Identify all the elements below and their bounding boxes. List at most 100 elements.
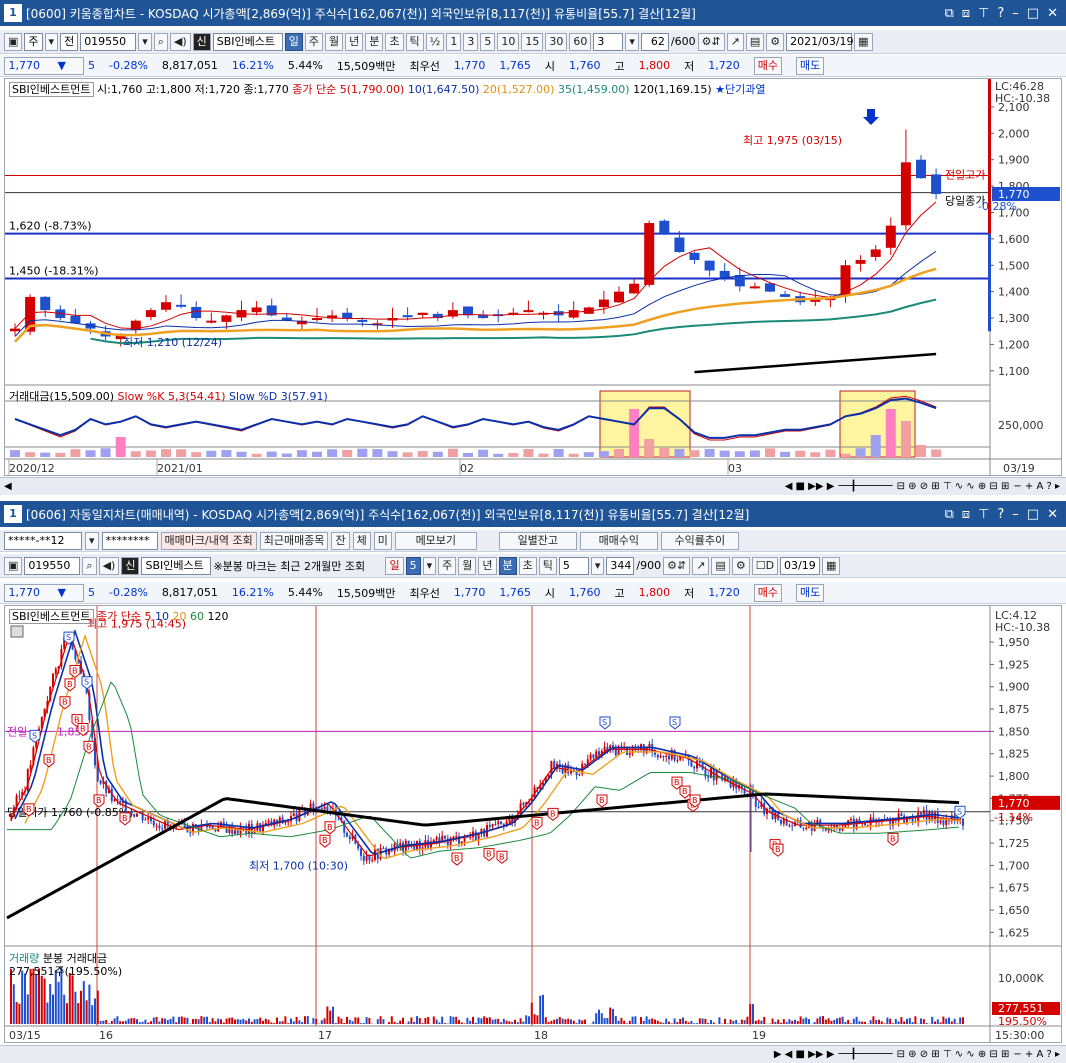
period-year[interactable]: 년 bbox=[478, 556, 497, 575]
sell-button[interactable]: 매도 bbox=[796, 583, 825, 602]
recent-trades-button[interactable]: 최근매매종목 bbox=[259, 531, 329, 550]
buy-button[interactable]: 매수 bbox=[753, 583, 783, 602]
maximize-icon[interactable]: □ bbox=[1027, 6, 1039, 21]
zoom-slider[interactable]: ──╂────── bbox=[838, 1049, 892, 1060]
period-week[interactable]: 주 bbox=[304, 32, 324, 51]
maximize-icon[interactable]: □ bbox=[1027, 507, 1039, 522]
unfilled-button[interactable]: 미 bbox=[373, 531, 392, 550]
return-trend-button[interactable]: 수익률추이 bbox=[660, 531, 739, 550]
account-select[interactable]: *****-**12 bbox=[4, 531, 82, 550]
period-day[interactable]: 일 bbox=[385, 556, 404, 575]
nav-buttons[interactable]: ▶ ◀ ■ ▶▶ ▶ bbox=[774, 1049, 835, 1060]
period-year[interactable]: 년 bbox=[345, 32, 364, 51]
date-input[interactable]: 2021/03/19 bbox=[786, 32, 854, 51]
min-5[interactable]: 5 bbox=[480, 32, 496, 51]
tool-icons[interactable]: ⊟ ⊛ ⊘ ⊞ ⊤ ∿ ∿ ⊕ ⊟ ⊞ bbox=[897, 481, 1010, 492]
close-icon[interactable]: ✕ bbox=[1047, 6, 1058, 21]
save-icon[interactable]: ▤ bbox=[711, 556, 730, 575]
gear-icon[interactable]: ⚙ bbox=[731, 556, 750, 575]
password-input[interactable]: ******** bbox=[101, 531, 158, 550]
speaker-icon[interactable]: ◀) bbox=[169, 32, 191, 51]
pin-icon[interactable]: ⊤ bbox=[978, 6, 989, 21]
memo-button[interactable]: 메모보기 bbox=[394, 531, 477, 550]
period-minute[interactable]: 분 bbox=[365, 32, 384, 51]
search-icon[interactable]: ⌕ bbox=[82, 556, 97, 575]
search-icon[interactable]: ⌕ bbox=[153, 32, 168, 51]
period-second[interactable]: 초 bbox=[518, 556, 537, 575]
day-value[interactable]: 5 bbox=[405, 556, 421, 575]
zoom-icons[interactable]: − + A ? ▸ bbox=[1013, 1049, 1060, 1060]
speaker-icon[interactable]: ◀) bbox=[98, 556, 120, 575]
top-scrollbar[interactable]: ◀ ◀ ■ ▶▶ ▶ ──╂────── ⊟ ⊛ ⊘ ⊞ ⊤ ∿ ∿ ⊕ ⊟ ⊞… bbox=[0, 477, 1066, 495]
period-week[interactable]: 주 bbox=[438, 556, 457, 575]
dropdown-icon[interactable]: ▾ bbox=[44, 32, 59, 51]
help-icon[interactable]: ? bbox=[997, 507, 1004, 522]
ma120-line bbox=[694, 352, 937, 374]
restore-icon[interactable]: ⧉ bbox=[944, 6, 953, 21]
save-icon[interactable]: ▤ bbox=[745, 32, 765, 51]
nav-buttons[interactable]: ◀ ■ ▶▶ ▶ bbox=[785, 481, 835, 492]
balance-button[interactable]: 잔 bbox=[331, 531, 350, 550]
code-input[interactable]: 019550 bbox=[80, 32, 137, 51]
min-15[interactable]: 15 bbox=[521, 32, 544, 51]
calendar-icon[interactable]: ▦ bbox=[822, 556, 841, 575]
period-month[interactable]: 월 bbox=[458, 556, 477, 575]
period-day[interactable]: 일 bbox=[284, 32, 303, 51]
dropdown-icon[interactable]: ▾ bbox=[590, 556, 605, 575]
daily-balance-button[interactable]: 일별잔고 bbox=[498, 531, 577, 550]
min-value-input[interactable]: 3 bbox=[593, 32, 624, 51]
settings-icon[interactable]: ▣ bbox=[4, 556, 23, 575]
dropdown-icon[interactable]: ▾ bbox=[85, 531, 99, 550]
trade-profit-button[interactable]: 매매수익 bbox=[579, 531, 658, 550]
chart-type-select[interactable]: 주 bbox=[24, 32, 43, 51]
close-icon[interactable]: ✕ bbox=[1047, 507, 1058, 522]
zoom-slider[interactable]: ──╂────── bbox=[838, 481, 892, 492]
zoom-icons[interactable]: − + A ? ▸ bbox=[1013, 481, 1060, 492]
fill-button[interactable]: 체 bbox=[352, 531, 371, 550]
min-3[interactable]: 3 bbox=[463, 32, 479, 51]
help-icon[interactable]: ? bbox=[997, 6, 1004, 21]
type2-select[interactable]: 전 bbox=[60, 32, 79, 51]
draw-icon[interactable]: ↗ bbox=[692, 556, 710, 575]
period-minute[interactable]: 분 bbox=[498, 556, 517, 575]
minimize-icon[interactable]: – bbox=[1012, 507, 1019, 522]
dropdown-icon[interactable]: ▾ bbox=[422, 556, 437, 575]
gear-icon[interactable]: ⚙ bbox=[766, 32, 785, 51]
pin-icon[interactable]: ⊤ bbox=[978, 507, 989, 522]
min-1[interactable]: 1 bbox=[446, 32, 462, 51]
settings-icon[interactable]: ▣ bbox=[4, 32, 23, 51]
period-month[interactable]: 월 bbox=[325, 32, 344, 51]
tools-icon[interactable]: ⚙⇵ bbox=[697, 32, 725, 51]
dropdown-icon[interactable]: ▾ bbox=[138, 32, 152, 51]
min-60[interactable]: 60 bbox=[569, 32, 592, 51]
draw-icon[interactable]: ↗ bbox=[726, 32, 744, 51]
sell-button[interactable]: 매도 bbox=[796, 56, 825, 75]
tools-icon[interactable]: ⚙⇵ bbox=[663, 556, 691, 575]
count-input[interactable]: 344 bbox=[606, 556, 635, 575]
date-input[interactable]: 03/19 bbox=[780, 556, 821, 575]
calendar-icon[interactable]: ▦ bbox=[854, 32, 873, 51]
period-second[interactable]: 초 bbox=[385, 32, 404, 51]
period-tick[interactable]: 틱 bbox=[405, 32, 424, 51]
restore-icon[interactable]: ⧉ bbox=[944, 507, 953, 522]
buy-button[interactable]: 매수 bbox=[753, 56, 783, 75]
tool-icons[interactable]: ⊟ ⊛ ⊘ ⊞ ⊤ ∿ ∿ ⊕ ⊟ ⊞ bbox=[897, 1049, 1010, 1060]
amount-bar bbox=[281, 453, 292, 457]
code-input[interactable]: 019550 bbox=[24, 556, 81, 575]
min-30[interactable]: 30 bbox=[545, 32, 568, 51]
half-button[interactable]: ½ bbox=[425, 32, 445, 51]
volume-bar bbox=[640, 1017, 642, 1024]
top-chart-area[interactable]: 2,100 2,000 1,900 1,800 1,700 1,600 1,500 1,400… bbox=[4, 78, 1062, 476]
trade-mark-query-button[interactable]: 매매마크/내역 조회 bbox=[160, 531, 257, 550]
link-icon[interactable]: ⧈ bbox=[962, 507, 970, 522]
minimize-icon[interactable]: – bbox=[1012, 6, 1019, 21]
period-tick[interactable]: 틱 bbox=[538, 556, 557, 575]
min-value-input[interactable]: 5 bbox=[558, 556, 589, 575]
link-icon[interactable]: ⧈ bbox=[962, 6, 970, 21]
count-input[interactable]: 62 bbox=[640, 32, 669, 51]
d-checkbox[interactable]: ☐D bbox=[751, 556, 779, 575]
dropdown-icon[interactable]: ▾ bbox=[625, 32, 639, 51]
min-10[interactable]: 10 bbox=[497, 32, 520, 51]
bottom-scrollbar[interactable]: ▶ ◀ ■ ▶▶ ▶ ──╂────── ⊟ ⊛ ⊘ ⊞ ⊤ ∿ ∿ ⊕ ⊟ ⊞… bbox=[0, 1045, 1066, 1063]
bottom-chart-area[interactable]: 1,9501,9251,9001,8751,8501,8251,8001,775… bbox=[4, 605, 1062, 1043]
